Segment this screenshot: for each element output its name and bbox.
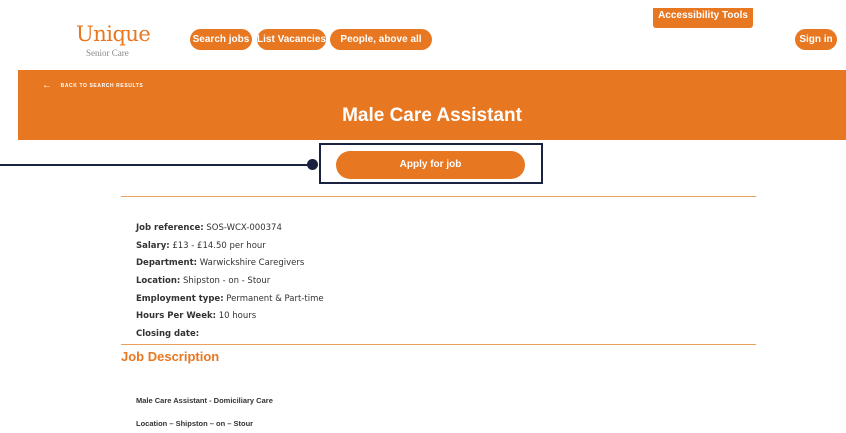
- apply-for-job-button[interactable]: Apply for job: [336, 151, 525, 179]
- detail-employment-type: Employment type: Permanent & Part-time: [136, 293, 324, 311]
- detail-job-reference: Job reference: SOS-WCX-000374: [136, 222, 324, 240]
- detail-department: Department: Warwickshire Caregivers: [136, 257, 324, 275]
- callout-dot: [307, 159, 318, 170]
- page-title: Male Care Assistant: [342, 105, 522, 126]
- detail-location: Location: Shipston - on - Stour: [136, 275, 324, 293]
- nav-people-above-all-else[interactable]: People, above all else: [330, 29, 432, 66]
- detail-label: Hours Per Week:: [136, 311, 217, 322]
- detail-label: Closing date:: [136, 329, 200, 340]
- detail-label: Location:: [136, 276, 181, 287]
- arrow-left-icon: ←: [42, 80, 53, 91]
- detail-label: Employment type:: [136, 293, 224, 304]
- detail-label: Salary:: [136, 240, 170, 251]
- detail-value: SOS-WCX-000374: [206, 223, 282, 233]
- description-line: Male Care Assistant - Domiciliary Care: [136, 396, 273, 405]
- detail-value: 10 hours: [218, 311, 257, 322]
- sign-in-button[interactable]: Sign in: [795, 29, 837, 50]
- brand-name: Unique: [76, 22, 151, 46]
- detail-label: Department:: [136, 258, 198, 269]
- brand-logo[interactable]: Unique Senior Care: [76, 22, 156, 62]
- divider: [121, 196, 756, 197]
- accessibility-tools-button[interactable]: Accessibility Tools: [653, 8, 753, 28]
- callout-line: [0, 164, 312, 166]
- detail-salary: Salary: £13 - £14.50 per hour: [136, 240, 324, 258]
- job-details: Job reference: SOS-WCX-000374 Salary: £1…: [136, 222, 324, 346]
- detail-value: Permanent & Part-time: [226, 293, 324, 304]
- brand-tagline: Senior Care: [86, 48, 129, 58]
- detail-hours-per-week: Hours Per Week: 10 hours: [136, 310, 324, 328]
- divider: [121, 344, 756, 345]
- nav-search-jobs[interactable]: Search jobs: [190, 29, 252, 50]
- back-to-search-link[interactable]: ← BACK TO SEARCH RESULTS: [42, 79, 144, 91]
- site-header: Unique Senior Care Search jobs List Vaca…: [0, 0, 846, 70]
- nav-list-vacancies[interactable]: List Vacancies: [257, 29, 326, 50]
- detail-value: £13 - £14.50 per hour: [172, 240, 266, 251]
- description-line: Location – Shipston – on – Stour: [136, 419, 254, 428]
- job-title-banner: ← BACK TO SEARCH RESULTS Male Care Assist…: [18, 70, 846, 140]
- detail-value: Warwickshire Caregivers: [199, 258, 305, 269]
- detail-label: Job reference:: [136, 223, 204, 233]
- back-label: BACK TO SEARCH RESULTS: [60, 83, 144, 89]
- detail-value: Shipston - on - Stour: [183, 276, 271, 287]
- job-description-heading: Job Description: [121, 349, 220, 364]
